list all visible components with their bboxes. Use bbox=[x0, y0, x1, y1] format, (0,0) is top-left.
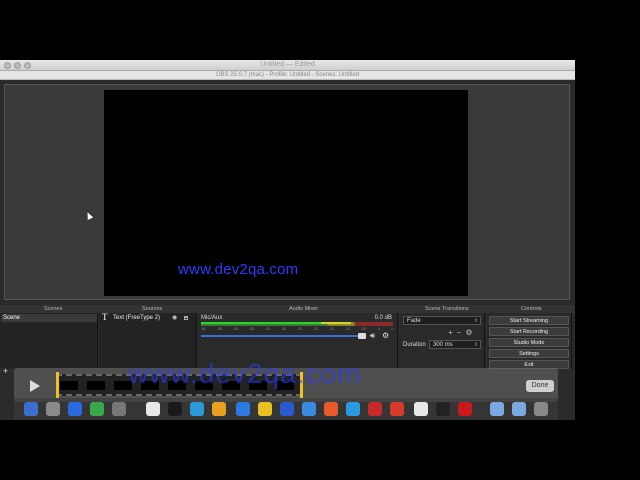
meter-tick-label: -25 bbox=[312, 327, 318, 331]
start-streaming-button[interactable]: Start Streaming bbox=[489, 316, 569, 325]
film-frame bbox=[87, 381, 105, 390]
minus-icon[interactable]: − bbox=[457, 328, 462, 337]
scenes-dock-title: Scenes bbox=[44, 306, 63, 312]
meter-tick-label: -45 bbox=[248, 327, 255, 331]
meter-tick-label: -50 bbox=[232, 327, 239, 331]
volume-meter-level bbox=[201, 322, 351, 324]
obs-window-title: OBS 25.0.7 (mac) - Profile: Untitled - S… bbox=[0, 71, 575, 80]
watermark-text: www.dev2qa.com bbox=[128, 358, 362, 389]
pdf-icon[interactable] bbox=[390, 402, 404, 416]
folder-icon[interactable] bbox=[490, 402, 504, 416]
volume-fader-track[interactable] bbox=[201, 335, 365, 337]
app-icon[interactable] bbox=[436, 402, 450, 416]
done-button[interactable]: Done bbox=[526, 380, 554, 392]
chevron-updown-icon[interactable]: ⇕ bbox=[474, 341, 478, 349]
volume-fader-handle[interactable] bbox=[358, 333, 366, 339]
mixer-db-readout: 0.0 dB bbox=[374, 315, 392, 321]
app-icon[interactable] bbox=[458, 402, 472, 416]
source-label: Text (FreeType 2) bbox=[113, 315, 161, 321]
transition-select[interactable]: Fade ⇕ bbox=[403, 316, 481, 325]
film-frame bbox=[60, 381, 78, 390]
app-icon[interactable] bbox=[190, 402, 204, 416]
transition-select-value: Fade bbox=[407, 318, 421, 324]
meter-tick-label: 0 bbox=[390, 327, 393, 331]
chevron-updown-icon: ⇕ bbox=[473, 318, 478, 324]
add-scene-button[interactable]: + bbox=[3, 366, 8, 376]
trash-icon[interactable] bbox=[534, 402, 548, 416]
meter-tick-label: -20 bbox=[328, 327, 334, 331]
duration-value: 300 ms bbox=[433, 342, 453, 348]
meter-tick-label: -60 bbox=[201, 327, 207, 331]
terminal-icon[interactable] bbox=[168, 402, 182, 416]
calendar-icon[interactable] bbox=[146, 402, 160, 416]
mixer-dock-title: Audio Mixer bbox=[289, 306, 319, 312]
studio-mode-button[interactable]: Studio Mode bbox=[489, 338, 569, 347]
duration-label: Duration bbox=[403, 342, 426, 348]
source-item[interactable]: T Text (FreeType 2) ◉ bbox=[100, 312, 196, 323]
meter-tick-label: -15 bbox=[344, 327, 350, 331]
scene-item[interactable]: Scene bbox=[1, 314, 97, 322]
preview-overlay-text: www.dev2qa.com bbox=[178, 261, 299, 278]
mac-titlebar[interactable]: Untitled — Edited bbox=[0, 60, 575, 71]
app-icon[interactable] bbox=[414, 402, 428, 416]
folder-icon[interactable] bbox=[512, 402, 526, 416]
gear-icon[interactable]: ⚙ bbox=[382, 331, 389, 340]
meter-tick-label: -30 bbox=[296, 327, 302, 331]
speaker-icon[interactable]: 🔊︎ bbox=[370, 331, 375, 341]
app-icon[interactable] bbox=[302, 402, 316, 416]
text-source-icon: T bbox=[102, 312, 108, 322]
filezilla-icon[interactable] bbox=[368, 402, 382, 416]
app-store-icon[interactable] bbox=[236, 402, 250, 416]
meter-tick-label: -55 bbox=[216, 327, 223, 331]
transitions-dock-title: Scene Transitions bbox=[425, 306, 469, 312]
duration-stepper[interactable]: 300 ms ⇕ bbox=[429, 340, 481, 349]
controls-dock-title: Controls bbox=[521, 306, 542, 312]
launchpad-icon[interactable] bbox=[46, 402, 60, 416]
finder-icon[interactable] bbox=[24, 402, 38, 416]
mac-window-title: Untitled — Edited bbox=[260, 61, 315, 68]
gear-icon[interactable]: ⚙ bbox=[465, 328, 472, 337]
app-icon[interactable] bbox=[258, 402, 272, 416]
dock-headers: Scenes Sources Audio Mixer Scene Transit… bbox=[0, 305, 575, 313]
meter-tick-label: -35 bbox=[280, 327, 286, 331]
scene-transitions-panel: Fade ⇕ + − ⚙ Duration 300 ms ⇕ bbox=[400, 313, 485, 368]
app-icon[interactable] bbox=[324, 402, 338, 416]
sources-dock-title: Sources bbox=[142, 306, 163, 312]
safari-icon[interactable] bbox=[68, 402, 82, 416]
trim-start-handle[interactable] bbox=[56, 372, 59, 398]
settings-button[interactable]: Settings bbox=[489, 349, 569, 358]
plus-icon[interactable]: + bbox=[448, 328, 453, 337]
scenes-panel: Scene bbox=[0, 313, 98, 368]
mixer-channel-label: Mic/Aux bbox=[201, 315, 223, 321]
app-icon[interactable] bbox=[346, 402, 360, 416]
system-preferences-icon[interactable] bbox=[112, 402, 126, 416]
meter-tick-label: -5 bbox=[376, 327, 380, 331]
lock-icon[interactable] bbox=[184, 316, 188, 320]
start-recording-button[interactable]: Start Recording bbox=[489, 327, 569, 336]
meter-tick-label: -40 bbox=[264, 327, 270, 331]
play-icon[interactable] bbox=[30, 380, 40, 392]
app-icon[interactable] bbox=[280, 402, 294, 416]
app-icon[interactable] bbox=[212, 402, 226, 416]
transition-buttons: + − ⚙ bbox=[448, 328, 477, 337]
eye-icon[interactable]: ◉ bbox=[172, 314, 177, 323]
controls-panel: Start Streaming Start Recording Studio M… bbox=[486, 313, 572, 369]
chrome-icon[interactable] bbox=[90, 402, 104, 416]
